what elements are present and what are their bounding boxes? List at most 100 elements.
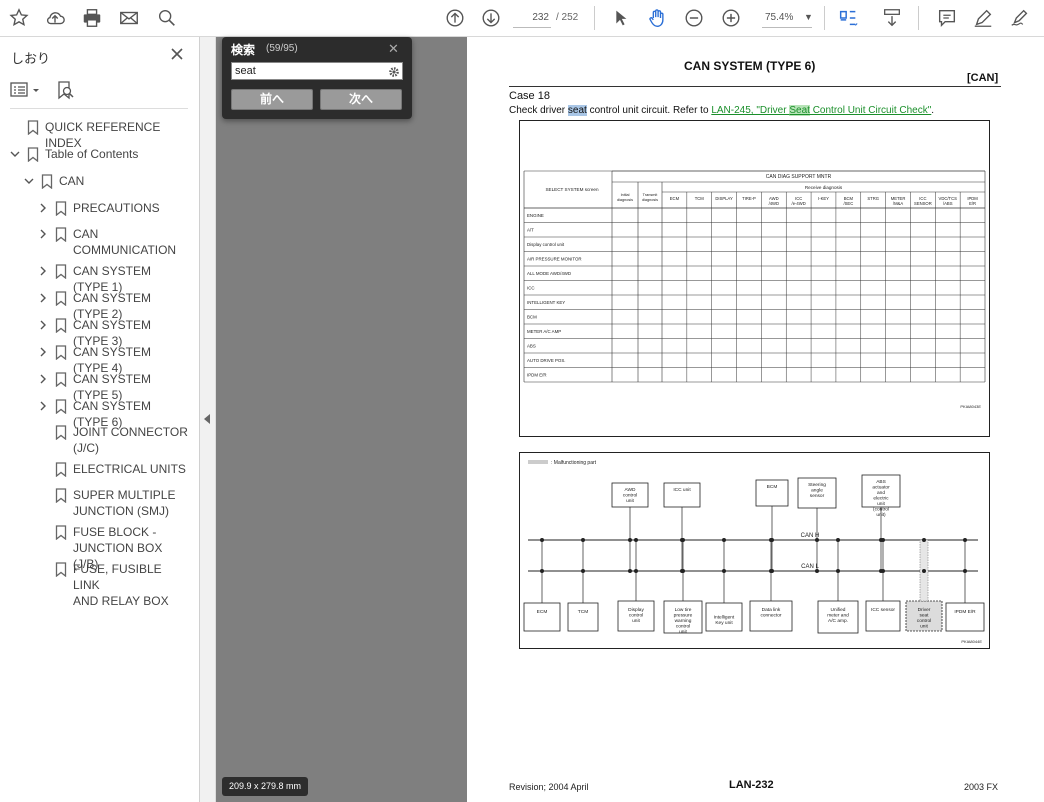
row-label: A/T bbox=[527, 228, 534, 233]
figure-code: PKIA8043E bbox=[960, 404, 981, 409]
chevron-right-icon[interactable] bbox=[38, 320, 48, 330]
close-icon[interactable] bbox=[168, 45, 186, 63]
arrow-up-circle-icon[interactable] bbox=[442, 6, 468, 30]
diagnosis-table-figure: CAN DIAG SUPPORT MNTR Receive diagnosis SE… bbox=[519, 120, 990, 437]
bookmark-icon bbox=[55, 488, 67, 503]
close-icon[interactable]: ✕ bbox=[388, 41, 399, 57]
gear-icon[interactable] bbox=[388, 65, 400, 77]
bookmark-item[interactable]: CAN COMMUNICATION bbox=[38, 226, 188, 258]
ecu-label: Key unit bbox=[715, 620, 733, 626]
column-header: STRG bbox=[867, 196, 879, 201]
column-header: /4WD bbox=[769, 201, 779, 206]
ecu-label: meter and bbox=[827, 613, 849, 619]
ecu-label: ABS bbox=[876, 479, 886, 485]
bookmark-item[interactable]: CAN SYSTEM (TYPE 3) bbox=[38, 317, 188, 348]
bookmark-item[interactable]: FUSE BLOCK - JUNCTION BOX (J/B) bbox=[38, 524, 188, 571]
bookmark-item[interactable]: QUICK REFERENCE INDEX bbox=[10, 119, 188, 150]
instruction-text: Check driver seat control unit circuit. … bbox=[509, 105, 934, 116]
instruction-part: Check driver bbox=[509, 105, 568, 116]
ecu-box bbox=[523, 602, 561, 632]
bookmark-icon bbox=[55, 462, 67, 477]
fit-page-icon[interactable] bbox=[835, 6, 861, 30]
star-icon[interactable] bbox=[6, 6, 32, 30]
column-header: TCM bbox=[695, 196, 705, 201]
reference-link[interactable]: LAN-245, "Driver Seat Control Unit Circu… bbox=[711, 105, 931, 116]
page-number-input[interactable] bbox=[513, 8, 551, 28]
section-tag: [CAN] bbox=[967, 72, 999, 84]
collapse-arrow-icon[interactable] bbox=[204, 414, 210, 424]
row-label: ENGINE bbox=[527, 213, 544, 218]
search-icon[interactable] bbox=[154, 6, 180, 30]
panel-tools bbox=[10, 81, 74, 104]
column-header: /SEC bbox=[843, 201, 853, 206]
hand-icon[interactable] bbox=[644, 6, 670, 30]
row-label: BCM bbox=[527, 315, 537, 320]
bookmark-item[interactable]: JOINT CONNECTOR (J/C) bbox=[38, 424, 188, 456]
chevron-right-icon[interactable] bbox=[38, 374, 48, 384]
row-label: Display control unit bbox=[527, 242, 565, 247]
bus-node bbox=[815, 569, 819, 573]
bus-node bbox=[836, 538, 840, 542]
ecu-label: unit bbox=[632, 618, 640, 624]
ecu-label: connector bbox=[760, 613, 781, 619]
find-input[interactable] bbox=[231, 62, 403, 80]
find-bookmark-icon[interactable] bbox=[55, 80, 75, 100]
zoom-dropdown-icon[interactable]: ▼ bbox=[804, 12, 813, 22]
bookmark-icon bbox=[55, 318, 67, 333]
bus-node bbox=[681, 569, 685, 573]
find-previous-button[interactable]: 前へ bbox=[231, 89, 313, 110]
bookmark-item[interactable]: CAN bbox=[24, 173, 188, 189]
bus-node bbox=[836, 569, 840, 573]
chevron-right-icon[interactable] bbox=[38, 203, 48, 213]
bookmark-item[interactable]: SUPER MULTIPLE JUNCTION (SMJ) bbox=[38, 487, 188, 519]
pen-icon[interactable] bbox=[970, 6, 996, 30]
comment-icon[interactable] bbox=[934, 6, 960, 30]
bus-node bbox=[881, 569, 885, 573]
bookmark-label: JOINT CONNECTOR (J/C) bbox=[73, 425, 188, 455]
legend-swatch bbox=[528, 460, 548, 464]
link-part: LAN-245, "Driver bbox=[711, 105, 790, 116]
chevron-right-icon[interactable] bbox=[38, 347, 48, 357]
pointer-icon[interactable] bbox=[607, 6, 633, 30]
chevron-right-icon[interactable] bbox=[38, 266, 48, 276]
scroll-mode-icon[interactable] bbox=[879, 6, 905, 30]
bookmark-item[interactable]: CAN SYSTEM (TYPE 2) bbox=[38, 290, 188, 321]
chevron-down-icon[interactable] bbox=[10, 149, 20, 159]
panel-collapse-strip[interactable] bbox=[200, 37, 216, 802]
bus-node bbox=[769, 538, 773, 542]
ecu-label: ECM bbox=[537, 609, 548, 615]
chevron-down-icon[interactable] bbox=[24, 176, 34, 186]
zoom-out-icon[interactable] bbox=[681, 6, 707, 30]
print-icon[interactable] bbox=[79, 6, 105, 30]
bus-node bbox=[963, 569, 967, 573]
sign-icon[interactable] bbox=[1007, 6, 1033, 30]
bookmark-item[interactable]: Table of Contents bbox=[10, 146, 188, 162]
ecu-label: pressure bbox=[674, 613, 693, 619]
upload-icon[interactable] bbox=[42, 6, 68, 30]
chevron-right-icon[interactable] bbox=[38, 229, 48, 239]
bookmark-icon bbox=[55, 525, 67, 540]
bookmark-item[interactable]: ELECTRICAL UNITS bbox=[38, 461, 188, 477]
arrow-down-circle-icon[interactable] bbox=[478, 6, 504, 30]
bookmark-item[interactable]: FUSE, FUSIBLE LINK AND RELAY BOX bbox=[38, 561, 188, 608]
bookmark-icon bbox=[55, 399, 67, 414]
chevron-right-icon[interactable] bbox=[38, 293, 48, 303]
page-total: / 252 bbox=[556, 12, 579, 23]
chevron-right-icon[interactable] bbox=[38, 401, 48, 411]
bookmark-item[interactable]: PRECAUTIONS bbox=[38, 200, 188, 216]
bookmark-options-icon[interactable] bbox=[10, 81, 42, 99]
bookmark-item[interactable]: CAN SYSTEM (TYPE 4) bbox=[38, 344, 188, 375]
ecu-label: ICC sensor bbox=[871, 607, 895, 613]
mail-icon[interactable] bbox=[116, 6, 142, 30]
zoom-in-icon[interactable] bbox=[718, 6, 744, 30]
toolbar-divider bbox=[594, 6, 595, 30]
bookmark-icon bbox=[41, 174, 53, 189]
bookmark-item[interactable]: CAN SYSTEM (TYPE 5) bbox=[38, 371, 188, 402]
column-header: SENSOR bbox=[914, 201, 932, 206]
bookmark-label: PRECAUTIONS bbox=[73, 201, 160, 215]
bookmark-item[interactable]: CAN SYSTEM (TYPE 1) bbox=[38, 263, 188, 294]
find-next-button[interactable]: 次へ bbox=[320, 89, 402, 110]
bus-node bbox=[922, 538, 926, 542]
ecu-label: unit bbox=[626, 498, 634, 504]
bookmark-item[interactable]: CAN SYSTEM (TYPE 6) bbox=[38, 398, 188, 429]
